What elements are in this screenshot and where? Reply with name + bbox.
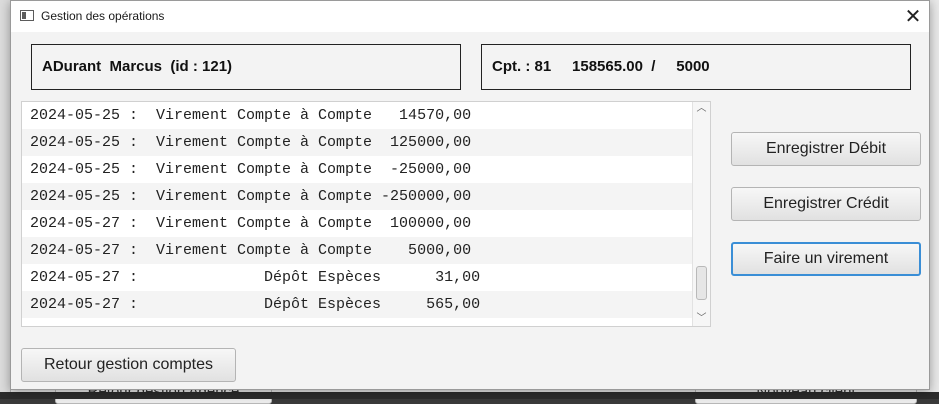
list-item[interactable]: 2024-05-25 : Virement Compte à Compte 14… [22,102,694,129]
record-debit-button[interactable]: Enregistrer Débit [731,132,921,166]
list-item[interactable]: 2024-05-25 : Virement Compte à Compte 12… [22,129,694,156]
scroll-thumb[interactable] [696,266,707,300]
operations-rows: 2024-05-25 : Virement Compte à Compte 14… [22,102,694,318]
window-title: Gestion des opérations [41,9,165,23]
close-button[interactable]: ✕ [897,1,929,32]
record-credit-button[interactable]: Enregistrer Crédit [731,187,921,221]
back-to-accounts-button[interactable]: Retour gestion comptes [21,348,236,382]
background-bottom-edge [0,392,939,399]
list-item[interactable]: 2024-05-27 : Dépôt Espèces 31,00 [22,264,694,291]
client-info-box: ADurant Marcus (id : 121) [31,44,461,90]
operations-dialog: Gestion des opérations ✕ ADurant Marcus … [10,0,930,390]
list-item[interactable]: 2024-05-25 : Virement Compte à Compte -2… [22,156,694,183]
account-info-box: Cpt. : 81 158565.00 / 5000 [481,44,911,90]
make-transfer-button[interactable]: Faire un virement [731,242,921,276]
scroll-up-arrow-icon[interactable]: ︿ [693,102,710,116]
title-bar: Gestion des opérations ✕ [11,1,929,32]
scroll-down-arrow-icon[interactable]: ﹀ [693,312,710,326]
window-icon [20,10,34,21]
list-item[interactable]: 2024-05-25 : Virement Compte à Compte -2… [22,183,694,210]
operations-list[interactable]: 2024-05-25 : Virement Compte à Compte 14… [21,101,711,327]
list-item[interactable]: 2024-05-27 : Dépôt Espèces 565,00 [22,291,694,318]
vertical-scrollbar[interactable]: ︿ ﹀ [692,102,710,326]
list-item[interactable]: 2024-05-27 : Virement Compte à Compte 10… [22,210,694,237]
list-item[interactable]: 2024-05-27 : Virement Compte à Compte 50… [22,237,694,264]
